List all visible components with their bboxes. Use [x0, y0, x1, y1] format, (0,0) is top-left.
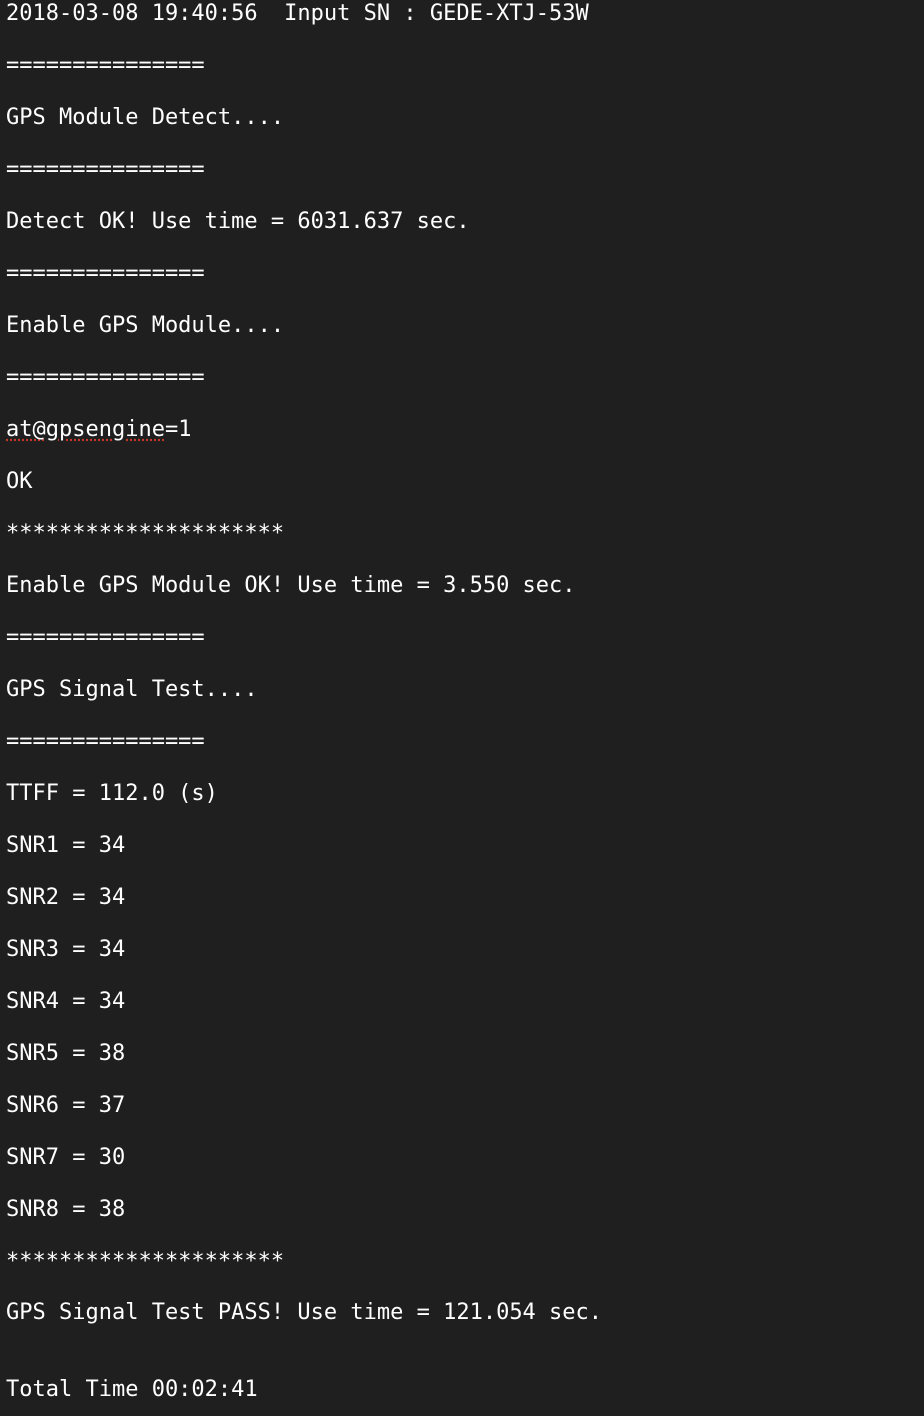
separator-line: ===============	[6, 365, 205, 390]
signal-pass-line: GPS Signal Test PASS! Use time = 121.054…	[6, 1300, 603, 1325]
snr7-line: SNR7 = 30	[6, 1145, 126, 1170]
detect-title-line: GPS Module Detect....	[6, 105, 285, 130]
snr1-line: SNR1 = 34	[6, 833, 126, 858]
separator-line: ===============	[6, 625, 205, 650]
snr2-line: SNR2 = 34	[6, 885, 126, 910]
terminal-output[interactable]: 2018-03-08 19:40:56 Input SN : GEDE-XTJ-…	[0, 0, 924, 1416]
snr3-line: SNR3 = 34	[6, 937, 126, 962]
snr8-line: SNR8 = 38	[6, 1197, 126, 1222]
separator-line: ===============	[6, 157, 205, 182]
command-response-line: OK	[6, 469, 33, 494]
snr4-line: SNR4 = 34	[6, 989, 126, 1014]
stars-line: *********************	[6, 1249, 285, 1274]
at-command-name: at@gpsengine	[6, 417, 165, 442]
snr5-line: SNR5 = 38	[6, 1041, 126, 1066]
signal-title-line: GPS Signal Test....	[6, 677, 258, 702]
ttff-line: TTFF = 112.0 (s)	[6, 781, 218, 806]
stars-line: *********************	[6, 521, 285, 546]
at-command-line: at@gpsengine=1	[6, 416, 191, 444]
separator-line: ===============	[6, 261, 205, 286]
separator-line: ===============	[6, 53, 205, 78]
detect-ok-line: Detect OK! Use time = 6031.637 sec.	[6, 209, 470, 234]
enable-ok-line: Enable GPS Module OK! Use time = 3.550 s…	[6, 573, 576, 598]
snr6-line: SNR6 = 37	[6, 1093, 126, 1118]
at-command-value: =1	[164, 417, 192, 442]
separator-line: ===============	[6, 729, 205, 754]
enable-title-line: Enable GPS Module....	[6, 313, 285, 338]
header-line: 2018-03-08 19:40:56 Input SN : GEDE-XTJ-…	[6, 1, 589, 26]
total-time-line: Total Time 00:02:41	[6, 1377, 258, 1402]
